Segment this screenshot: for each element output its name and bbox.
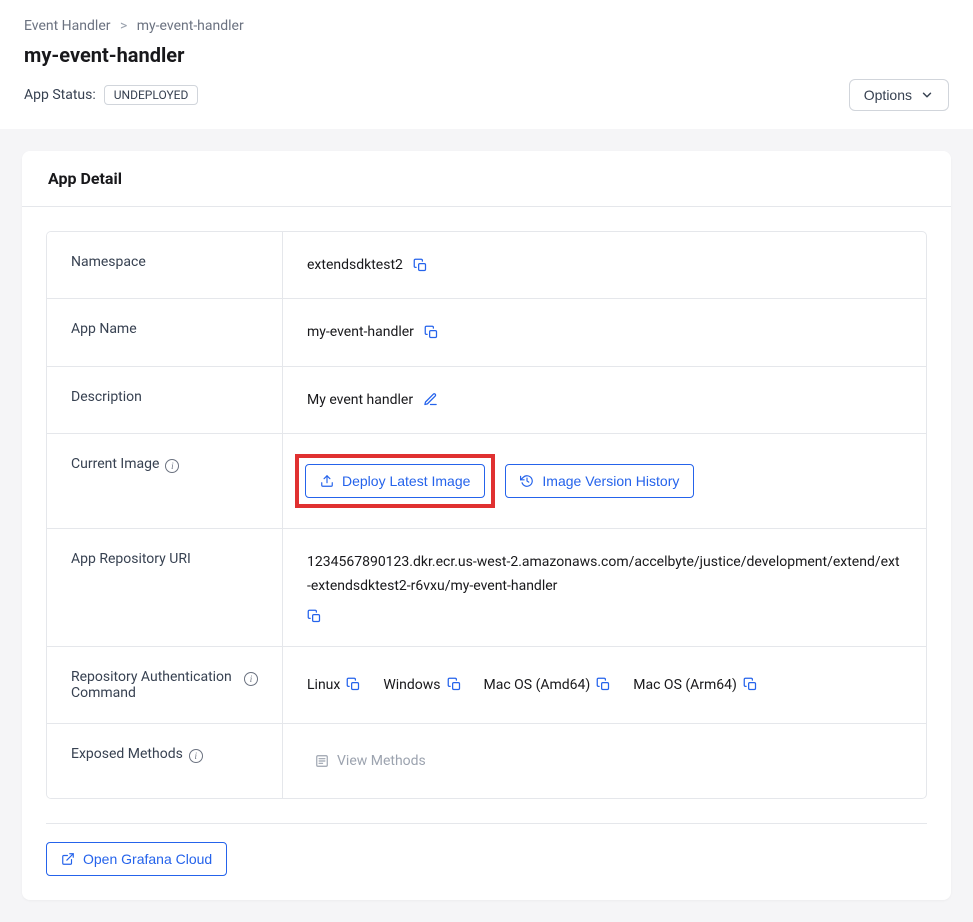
row-repo-auth: Repository Authentication Command i Linu…	[47, 647, 926, 724]
breadcrumb: Event Handler > my-event-handler	[24, 18, 949, 34]
detail-table: Namespace extendsdktest2 App Name my-eve…	[46, 231, 927, 799]
label-app-name: App Name	[47, 299, 283, 365]
row-description: Description My event handler	[47, 367, 926, 434]
copy-icon[interactable]	[447, 677, 462, 692]
status-badge: UNDEPLOYED	[104, 85, 199, 105]
image-version-history-button[interactable]: Image Version History	[505, 464, 694, 498]
edit-icon[interactable]	[423, 392, 438, 407]
copy-icon[interactable]	[424, 325, 439, 340]
row-namespace: Namespace extendsdktest2	[47, 232, 926, 299]
label-namespace: Namespace	[47, 232, 283, 298]
divider	[46, 823, 927, 824]
copy-icon[interactable]	[346, 677, 361, 692]
chevron-down-icon	[920, 88, 934, 102]
open-grafana-cloud-button[interactable]: Open Grafana Cloud	[46, 842, 227, 876]
list-icon	[315, 754, 329, 768]
options-button[interactable]: Options	[849, 79, 949, 111]
card-title: App Detail	[22, 151, 951, 207]
os-mac-amd: Mac OS (Amd64)	[484, 674, 591, 696]
os-linux: Linux	[307, 674, 340, 696]
upload-icon	[320, 474, 334, 488]
label-current-image: Current Image i	[47, 434, 283, 528]
chevron-right-icon: >	[120, 18, 127, 34]
view-methods-button: View Methods	[307, 746, 434, 776]
copy-icon[interactable]	[596, 677, 611, 692]
external-link-icon	[61, 852, 75, 866]
app-detail-card: App Detail Namespace extendsdktest2 App …	[22, 151, 951, 900]
copy-icon[interactable]	[413, 258, 428, 273]
value-repo-uri: 1234567890123.dkr.ecr.us-west-2.amazonaw…	[307, 551, 902, 599]
value-description: My event handler	[307, 389, 413, 411]
label-description: Description	[47, 367, 283, 433]
row-app-name: App Name my-event-handler	[47, 299, 926, 366]
value-namespace: extendsdktest2	[307, 254, 403, 276]
label-exposed-methods: Exposed Methods i	[47, 724, 283, 798]
os-mac-arm: Mac OS (Arm64)	[633, 674, 737, 696]
info-icon[interactable]: i	[189, 749, 203, 763]
breadcrumb-parent[interactable]: Event Handler	[24, 18, 110, 34]
label-repo-auth: Repository Authentication Command i	[47, 647, 283, 723]
highlight-box: Deploy Latest Image	[295, 454, 495, 508]
label-repo-uri: App Repository URI	[47, 529, 283, 646]
breadcrumb-current: my-event-handler	[137, 18, 244, 34]
value-app-name: my-event-handler	[307, 321, 414, 343]
info-icon[interactable]: i	[165, 459, 179, 473]
app-status-label: App Status:	[24, 87, 96, 103]
row-current-image: Current Image i Deploy Latest Image	[47, 434, 926, 529]
copy-icon[interactable]	[743, 677, 758, 692]
deploy-latest-image-button[interactable]: Deploy Latest Image	[305, 464, 485, 498]
info-icon[interactable]: i	[244, 672, 258, 686]
page-title: my-event-handler	[24, 43, 949, 67]
options-button-label: Options	[864, 87, 912, 103]
history-icon	[520, 474, 534, 488]
copy-icon[interactable]	[307, 609, 322, 624]
row-repo-uri: App Repository URI 1234567890123.dkr.ecr…	[47, 529, 926, 647]
os-windows: Windows	[383, 674, 440, 696]
row-exposed-methods: Exposed Methods i View Methods	[47, 724, 926, 798]
